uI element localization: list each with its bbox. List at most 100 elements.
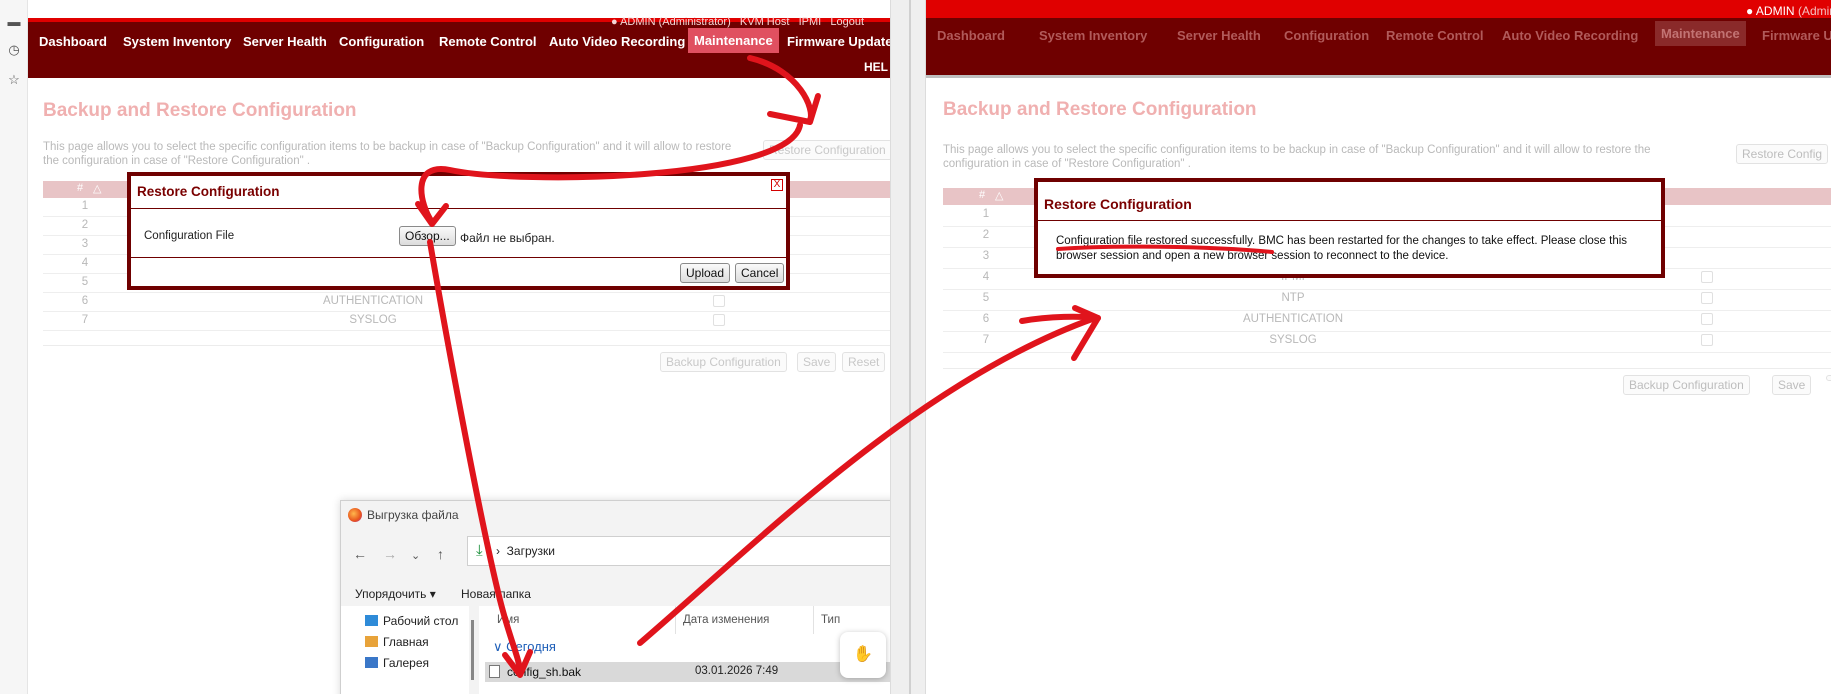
reset-button-partial[interactable] <box>1826 375 1831 381</box>
page-description: This page allows you to select the speci… <box>943 144 1651 170</box>
user-icon: ● <box>1746 4 1756 18</box>
logout-link[interactable]: Logout <box>830 16 864 28</box>
backup-configuration-button[interactable]: Backup Configuration <box>1623 375 1750 395</box>
row-number: 2 <box>982 229 990 241</box>
row-number: 5 <box>81 276 89 288</box>
col-date-header[interactable]: Дата изменения <box>683 614 769 626</box>
close-icon[interactable]: X <box>771 179 783 191</box>
nav-auto-video-recording[interactable]: Auto Video Recording <box>543 30 691 53</box>
nav-maintenance[interactable]: Maintenance <box>1655 21 1746 46</box>
nav-auto-video-recording[interactable]: Auto Video Recording <box>1496 24 1644 47</box>
kvm-link[interactable]: KVM Host <box>740 16 790 28</box>
row-checkbox[interactable] <box>713 295 725 307</box>
configuration-file-label: Configuration File <box>144 230 235 242</box>
row-checkbox[interactable] <box>1701 334 1713 346</box>
nav-dashboard[interactable]: Dashboard <box>931 24 1011 47</box>
right-browser-panel: ● ADMIN (Admin Dashboard System Inventor… <box>926 0 1831 694</box>
upload-button[interactable]: Upload <box>680 263 731 283</box>
nav-maintenance[interactable]: Maintenance <box>688 28 779 53</box>
save-button[interactable]: Save <box>1772 375 1812 395</box>
save-button[interactable]: Save <box>797 352 837 372</box>
page-title: Backup and Restore Configuration <box>43 100 357 121</box>
history-icon[interactable]: ◷ <box>6 42 22 58</box>
row-number: 6 <box>81 295 89 307</box>
col-name-header[interactable]: Имя <box>497 614 519 626</box>
sort-icon[interactable]: △ <box>995 189 1003 202</box>
nav-remote-control[interactable]: Remote Control <box>433 30 543 53</box>
row-checkbox[interactable] <box>1701 271 1713 283</box>
column-separator <box>813 606 814 634</box>
table-row: 5 NTP <box>943 290 1831 311</box>
nav-system-inventory[interactable]: System Inventory <box>117 30 237 53</box>
file-list: Имя Дата изменения Тип ∨ Сегодня config_… <box>479 606 890 694</box>
sort-icon[interactable]: △ <box>93 182 101 195</box>
divider <box>943 368 1831 369</box>
tree-item-desktop[interactable]: Рабочий стол <box>365 614 458 628</box>
organize-button[interactable]: Упорядочить ▾ <box>355 587 436 601</box>
file-date: 03.01.2026 7:49 <box>695 665 779 677</box>
row-number: 1 <box>982 208 990 220</box>
row-checkbox[interactable] <box>1701 292 1713 304</box>
user-strip: ● ADMIN (Admin <box>1746 4 1831 18</box>
tree-item-home[interactable]: Главная <box>365 635 429 649</box>
ipmi-link[interactable]: IPMI <box>799 16 822 28</box>
browse-button[interactable]: Обзор... <box>399 226 456 246</box>
tree-scrollbar[interactable] <box>469 606 477 694</box>
right-top-nav: ● ADMIN (Admin Dashboard System Inventor… <box>926 0 1831 75</box>
cancel-button[interactable]: Cancel <box>735 263 785 283</box>
user-icon: ● <box>611 16 621 28</box>
new-folder-button[interactable]: Новая папка <box>461 587 531 601</box>
bookmark-star-icon[interactable]: ☆ <box>6 72 22 88</box>
nav-firmware-update[interactable]: Firmware Update <box>781 30 890 53</box>
help-link[interactable]: HEL <box>858 56 890 78</box>
row-number: 4 <box>982 271 990 283</box>
reset-button[interactable]: Reset <box>842 352 886 372</box>
dialog-title: Restore Configuration <box>137 184 280 199</box>
nav-configuration[interactable]: Configuration <box>1278 24 1375 47</box>
restore-configuration-button[interactable]: Restore Config <box>1736 144 1829 164</box>
address-bar[interactable]: ⤓ › Загрузки <box>467 536 890 566</box>
user-name[interactable]: ADMIN <box>620 16 655 28</box>
left-top-nav: ● ADMIN (Administrator) KVM Host IPMI Lo… <box>28 16 890 78</box>
nav-server-health[interactable]: Server Health <box>1171 24 1267 47</box>
row-number: 3 <box>81 238 89 250</box>
screenshot-stage: ▬ ◷ ☆ ● ADMIN (Administrator) KVM Host I… <box>0 0 1831 694</box>
home-icon <box>365 636 378 647</box>
nav-system-inventory[interactable]: System Inventory <box>1033 24 1153 47</box>
restore-configuration-button[interactable]: Restore Configuration <box>763 140 890 160</box>
row-item-name: SYSLOG <box>349 314 397 326</box>
row-number: 4 <box>81 257 89 269</box>
page-description: This page allows you to select the speci… <box>43 141 732 167</box>
file-row[interactable]: config_sh.bak 03.01.2026 7:49 <box>485 662 890 682</box>
desktop-icon <box>365 615 378 626</box>
row-checkbox[interactable] <box>713 314 725 326</box>
menu-icon[interactable]: ▬ <box>6 14 22 30</box>
tree-item-gallery[interactable]: Галерея <box>365 656 429 670</box>
col-type-header[interactable]: Тип <box>821 614 840 626</box>
col-number-header[interactable]: # <box>77 182 83 194</box>
up-arrow-icon[interactable]: ↑ <box>437 546 444 562</box>
user-name[interactable]: ADMIN <box>1756 4 1795 18</box>
nav-remote-control[interactable]: Remote Control <box>1380 24 1490 47</box>
back-arrow-icon[interactable]: ← <box>353 546 367 562</box>
forward-arrow-icon[interactable]: → <box>383 546 397 562</box>
col-number-header[interactable]: # <box>979 189 985 201</box>
table-row: 6 AUTHENTICATION <box>43 293 890 312</box>
table-row: 7 SYSLOG <box>943 332 1831 353</box>
nav-configuration[interactable]: Configuration <box>333 30 430 53</box>
backup-configuration-button[interactable]: Backup Configuration <box>660 352 787 372</box>
table-row: 6 AUTHENTICATION <box>943 311 1831 332</box>
hand-cursor-icon[interactable]: ✋ <box>840 632 886 678</box>
nav-firmware-update[interactable]: Firmware U <box>1756 24 1831 47</box>
group-header[interactable]: ∨ Сегодня <box>493 639 556 655</box>
chevron-down-icon[interactable]: ⌄ <box>411 549 420 562</box>
nav-dashboard[interactable]: Dashboard <box>33 30 113 53</box>
gallery-icon <box>365 657 378 668</box>
address-breadcrumb[interactable]: › Загрузки <box>496 544 555 558</box>
nav-server-health[interactable]: Server Health <box>237 30 333 53</box>
dialog-separator <box>1038 220 1661 221</box>
row-number: 6 <box>982 313 990 325</box>
row-number: 3 <box>982 250 990 262</box>
row-checkbox[interactable] <box>1701 313 1713 325</box>
nav-bottom-border <box>926 75 1831 78</box>
